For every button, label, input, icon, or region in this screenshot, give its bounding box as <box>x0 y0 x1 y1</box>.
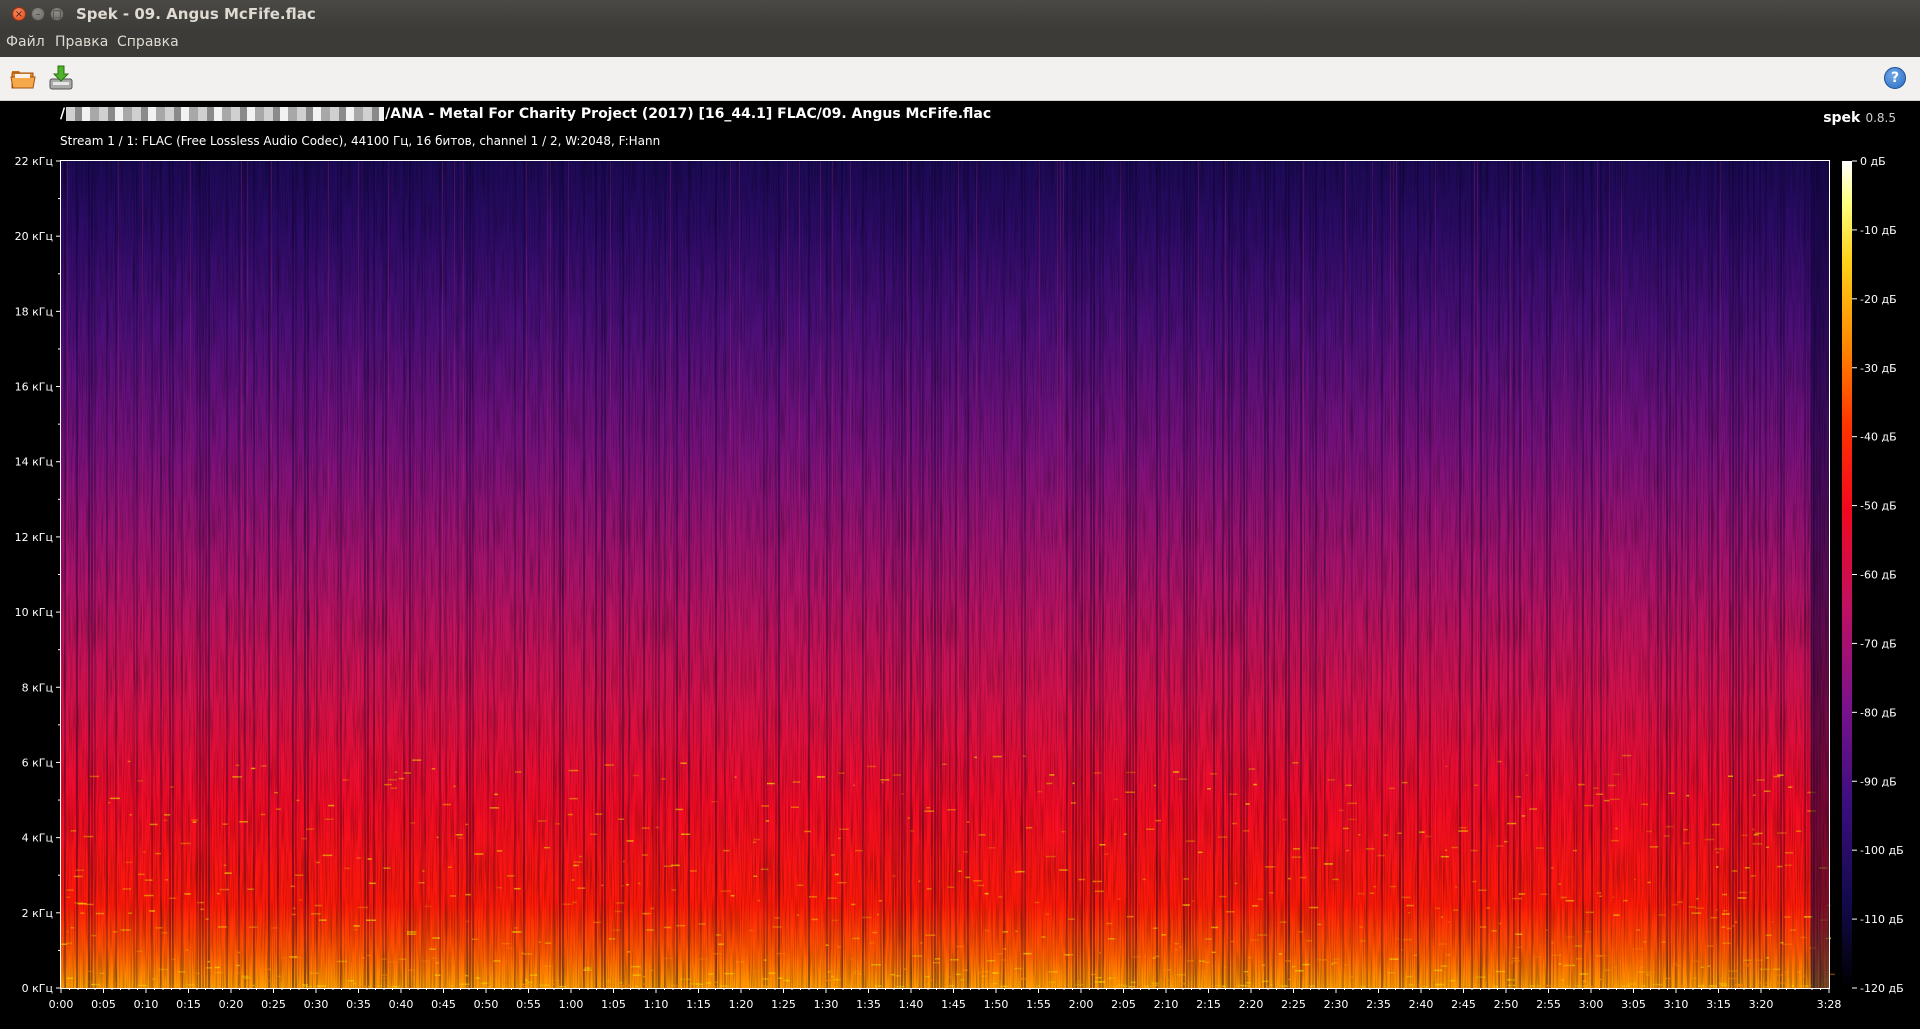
time-tick-label: 1:20 <box>729 998 754 1011</box>
db-tick-label: -10 дБ <box>1860 224 1897 237</box>
time-tick-label: 1:05 <box>601 998 626 1011</box>
freq-tick-label: 12 кГц <box>15 531 53 544</box>
freq-tick-label: 10 кГц <box>15 606 53 619</box>
time-tick-label: 3:15 <box>1706 998 1731 1011</box>
time-tick-label: 2:35 <box>1366 998 1391 1011</box>
freq-tick-label: 6 кГц <box>22 756 53 769</box>
frequency-axis: 0 кГц 2 кГц 4 кГц 6 кГц 8 кГц 10 кГц 12 кГц 14 … <box>15 155 61 995</box>
time-tick-label: 3:05 <box>1621 998 1646 1011</box>
db-tick-label: 0 дБ <box>1860 155 1886 168</box>
db-tick-label: -110 дБ <box>1860 913 1904 926</box>
time-tick-label: 0:25 <box>261 998 286 1011</box>
freq-tick-label: 0 кГц <box>22 982 53 995</box>
time-tick-label: 0:15 <box>176 998 201 1011</box>
spectrogram-plot <box>60 160 1835 989</box>
time-tick-label: 0:55 <box>516 998 541 1011</box>
freq-tick-label: 14 кГц <box>15 456 53 469</box>
freq-tick-label: 2 кГц <box>22 907 53 920</box>
time-tick-label: 2:25 <box>1281 998 1306 1011</box>
time-tick-label: 0:35 <box>346 998 371 1011</box>
time-tick-label: 0:30 <box>304 998 329 1011</box>
time-tick-label: 1:40 <box>899 998 924 1011</box>
freq-tick-label: 16 кГц <box>15 381 53 394</box>
time-tick-label: 0:40 <box>389 998 414 1011</box>
time-tick-label: 1:15 <box>686 998 711 1011</box>
time-tick-label: 3:28 <box>1817 998 1842 1011</box>
time-tick-label: 3:00 <box>1579 998 1604 1011</box>
time-tick-label: 2:15 <box>1196 998 1221 1011</box>
time-tick-label: 2:45 <box>1451 998 1476 1011</box>
time-tick-label: 1:35 <box>856 998 881 1011</box>
time-tick-label: 0:05 <box>91 998 116 1011</box>
spectrogram-chart: 0:00 0:05 0:10 0:15 0:20 0:25 0:30 0:35 0:40 0:45… <box>15 155 1904 1011</box>
time-axis: 0:00 0:05 0:10 0:15 0:20 0:25 0:30 0:35 0:40 0:45… <box>49 988 1842 1011</box>
db-tick-label: -80 дБ <box>1860 706 1897 719</box>
time-tick-label: 0:20 <box>219 998 244 1011</box>
freq-tick-label: 4 кГц <box>22 832 53 845</box>
time-tick-label: 2:05 <box>1111 998 1136 1011</box>
db-tick-label: -100 дБ <box>1860 844 1904 857</box>
time-tick-label: 1:00 <box>559 998 584 1011</box>
time-tick-label: 1:30 <box>814 998 839 1011</box>
colorbar <box>1842 161 1852 988</box>
time-tick-label: 2:50 <box>1494 998 1519 1011</box>
db-tick-label: -20 дБ <box>1860 293 1897 306</box>
time-tick-label: 2:30 <box>1324 998 1349 1011</box>
time-tick-label: 2:20 <box>1239 998 1264 1011</box>
time-tick-label: 2:10 <box>1154 998 1179 1011</box>
time-tick-label: 0:45 <box>431 998 456 1011</box>
colorbar-axis: 0 дБ -10 дБ -20 дБ -30 дБ -40 дБ -50 дБ -60 дБ… <box>1852 155 1904 995</box>
time-tick-label: 1:55 <box>1026 998 1051 1011</box>
db-tick-label: -40 дБ <box>1860 431 1897 444</box>
freq-tick-label: 18 кГц <box>15 305 53 318</box>
freq-tick-label: 8 кГц <box>22 681 53 694</box>
time-tick-label: 2:55 <box>1536 998 1561 1011</box>
colorbar-gradient <box>1842 161 1852 988</box>
time-tick-label: 1:25 <box>771 998 796 1011</box>
time-tick-label: 2:00 <box>1069 998 1094 1011</box>
freq-tick-label: 22 кГц <box>15 155 53 168</box>
db-tick-label: -70 дБ <box>1860 637 1897 650</box>
time-tick-label: 3:20 <box>1749 998 1774 1011</box>
db-tick-label: -120 дБ <box>1860 982 1904 995</box>
time-tick-label: 3:10 <box>1664 998 1689 1011</box>
freq-tick-label: 20 кГц <box>15 230 53 243</box>
db-tick-label: -30 дБ <box>1860 362 1897 375</box>
spectrogram-noise <box>61 161 1829 988</box>
time-tick-label: 0:10 <box>134 998 159 1011</box>
time-tick-label: 1:10 <box>644 998 669 1011</box>
time-tick-label: 0:50 <box>474 998 499 1011</box>
db-tick-label: -60 дБ <box>1860 569 1897 582</box>
time-tick-label: 1:45 <box>941 998 966 1011</box>
db-tick-label: -50 дБ <box>1860 500 1897 513</box>
time-tick-label: 2:40 <box>1409 998 1434 1011</box>
db-tick-label: -90 дБ <box>1860 775 1897 788</box>
time-tick-label: 0:00 <box>49 998 74 1011</box>
time-tick-label: 1:50 <box>984 998 1009 1011</box>
